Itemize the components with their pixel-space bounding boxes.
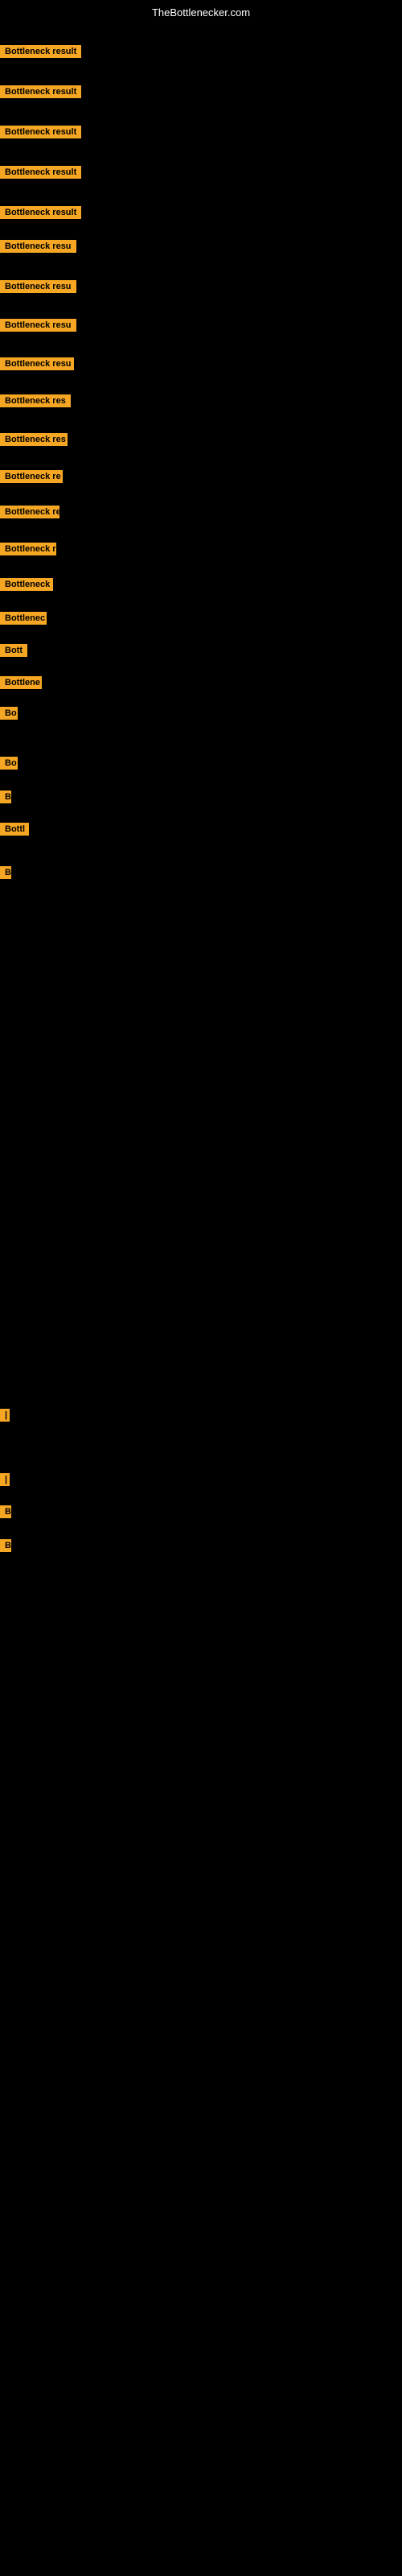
bottleneck-badge: Bottleneck resu	[0, 357, 74, 370]
bottleneck-badge-row-20: B	[0, 791, 11, 807]
bottleneck-badge-row-7: Bottleneck resu	[0, 319, 76, 336]
bottleneck-badge-row-14: Bottleneck re	[0, 578, 53, 595]
site-title: TheBottlenecker.com	[152, 6, 250, 19]
bottleneck-badge-row-23: |	[0, 1409, 10, 1426]
bottleneck-badge: Bottleneck resu	[0, 319, 76, 332]
bottleneck-badge: Bottl	[0, 823, 29, 836]
bottleneck-badge: Bottleneck re	[0, 543, 56, 555]
bottleneck-badge-row-5: Bottleneck resu	[0, 240, 76, 257]
bottleneck-badge-row-18: Bo	[0, 707, 18, 724]
bottleneck-badge-row-3: Bottleneck result	[0, 166, 81, 183]
bottleneck-badge-row-0: Bottleneck result	[0, 45, 81, 62]
bottleneck-badge-row-1: Bottleneck result	[0, 85, 81, 102]
bottleneck-badge: |	[0, 1409, 10, 1422]
bottleneck-badge: Bottleneck re	[0, 578, 53, 591]
bottleneck-badge-row-16: Bott	[0, 644, 27, 661]
bottleneck-badge: Bottleneck res	[0, 433, 68, 446]
bottleneck-badge-row-21: Bottl	[0, 823, 29, 840]
bottleneck-badge: B	[0, 866, 11, 879]
bottleneck-badge: Bottleneck result	[0, 45, 81, 58]
bottleneck-badge-row-8: Bottleneck resu	[0, 357, 74, 374]
site-header: TheBottlenecker.com	[0, 0, 402, 22]
bottleneck-badge-row-9: Bottleneck res	[0, 394, 71, 411]
bottleneck-badge: Bo	[0, 757, 18, 770]
bottleneck-badge: Bott	[0, 644, 27, 657]
bottleneck-badge-row-11: Bottleneck re	[0, 470, 63, 487]
bottleneck-badge-row-4: Bottleneck result	[0, 206, 81, 223]
bottleneck-badge: Bottleneck resu	[0, 240, 76, 253]
bottleneck-badge: Bottleneck re	[0, 470, 63, 483]
bottleneck-badge: Bottleneck result	[0, 85, 81, 98]
bottleneck-badge: B	[0, 1505, 11, 1518]
bottleneck-badge-row-17: Bottlene	[0, 676, 42, 693]
bottleneck-badge: Bottlenec	[0, 612, 47, 625]
bottleneck-badge-row-24: |	[0, 1473, 10, 1490]
bottleneck-badge: Bottleneck result	[0, 166, 81, 179]
bottleneck-badge: Bottleneck res	[0, 394, 71, 407]
bottleneck-badge-row-19: Bo	[0, 757, 18, 774]
bottleneck-badge: Bo	[0, 707, 18, 720]
bottleneck-badge: Bottlene	[0, 676, 42, 689]
bottleneck-badge-row-10: Bottleneck res	[0, 433, 68, 450]
bottleneck-badge: B	[0, 791, 11, 803]
bottleneck-badge-row-6: Bottleneck resu	[0, 280, 76, 297]
bottleneck-badge-row-26: B	[0, 1539, 11, 1556]
bottleneck-badge: Bottleneck resu	[0, 280, 76, 293]
bottleneck-badge: B	[0, 1539, 11, 1552]
bottleneck-badge: Bottleneck result	[0, 126, 81, 138]
bottleneck-badge-row-22: B	[0, 866, 11, 883]
bottleneck-badge-row-2: Bottleneck result	[0, 126, 81, 142]
bottleneck-badge-row-13: Bottleneck re	[0, 543, 56, 559]
bottleneck-badge: |	[0, 1473, 10, 1486]
bottleneck-badge-row-12: Bottleneck re	[0, 506, 59, 522]
bottleneck-badge: Bottleneck re	[0, 506, 59, 518]
bottleneck-badge-row-25: B	[0, 1505, 11, 1522]
bottleneck-badge: Bottleneck result	[0, 206, 81, 219]
bottleneck-badge-row-15: Bottlenec	[0, 612, 47, 629]
